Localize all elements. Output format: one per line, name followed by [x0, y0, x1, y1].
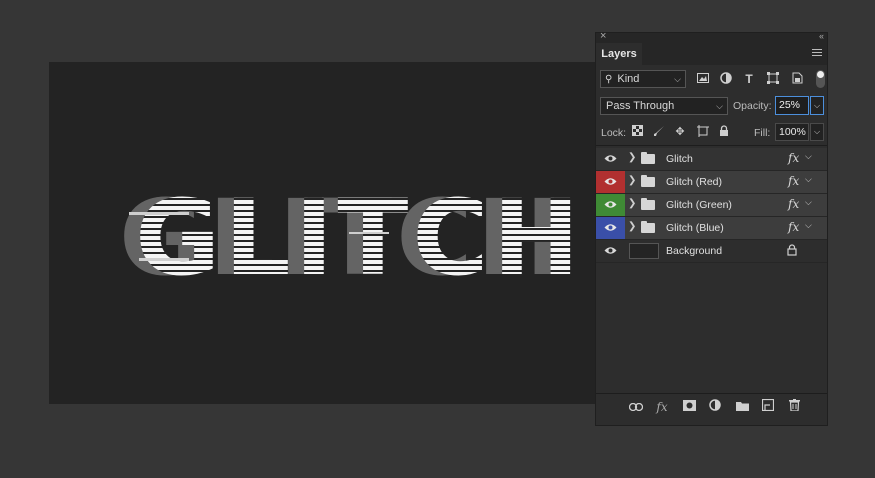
layers-bottom-bar: fx [596, 395, 827, 419]
opacity-input[interactable]: 25% [775, 96, 809, 115]
divider [596, 145, 827, 146]
layer-row-background[interactable]: Background [596, 240, 827, 263]
expand-chevron-icon[interactable]: ❯ [628, 221, 636, 232]
image-filter-icon[interactable] [696, 72, 710, 86]
blend-mode-value: Pass Through [606, 100, 675, 112]
kind-filter-label: Kind [617, 73, 640, 85]
expand-chevron-icon[interactable]: ❯ [628, 198, 636, 209]
fill-label: Fill: [754, 127, 771, 139]
lock-icon [787, 244, 799, 258]
collapse-icon[interactable]: ‹‹ [819, 31, 824, 41]
layer-row-glitch-blue[interactable]: ❯ Glitch (Blue) fx ⌵ [596, 217, 827, 240]
link-icon[interactable] [628, 399, 644, 415]
layers-panel: × ‹‹ Layers ⚲ Kind ⌵ T Pass Through ⌵ Op… [595, 30, 828, 426]
folder-icon [641, 198, 655, 210]
eye-icon [604, 201, 617, 208]
filter-row: ⚲ Kind ⌵ T [596, 68, 827, 90]
folder-icon [641, 175, 655, 187]
visibility-toggle[interactable] [596, 194, 625, 216]
expand-chevron-icon[interactable]: ❯ [628, 175, 636, 186]
divider [596, 393, 827, 394]
chevron-down-icon[interactable]: ⌵ [805, 220, 812, 231]
eye-icon [604, 178, 617, 185]
layer-name: Glitch (Red) [666, 176, 723, 188]
folder-icon [641, 221, 655, 233]
layer-name: Background [666, 245, 723, 257]
fx-icon[interactable]: fx [788, 151, 799, 165]
panel-top-bar: × ‹‹ [596, 30, 827, 43]
layer-name: Glitch (Blue) [666, 222, 724, 234]
fill-dropdown-button[interactable]: ⌵ [810, 123, 824, 141]
search-icon: ⚲ [605, 74, 613, 85]
new-layer-icon[interactable] [760, 398, 776, 415]
document-canvas[interactable]: GLITCH GLITCH [49, 62, 609, 404]
fx-icon[interactable]: fx [788, 174, 799, 188]
chevron-down-icon: ⌵ [674, 74, 681, 84]
eye-icon [604, 155, 617, 162]
glitch-tear [129, 212, 189, 215]
type-filter-icon[interactable]: T [742, 72, 756, 86]
opacity-dropdown-button[interactable]: ⌵ [810, 96, 824, 115]
folder-icon[interactable] [734, 399, 750, 415]
shape-filter-icon[interactable] [766, 72, 780, 86]
expand-chevron-icon[interactable]: ❯ [628, 152, 636, 163]
visibility-toggle[interactable] [596, 240, 625, 262]
mask-icon[interactable] [681, 399, 697, 415]
fx-icon[interactable]: fx [788, 197, 799, 211]
layer-name: Glitch (Green) [666, 199, 732, 211]
glitch-tear [139, 258, 189, 261]
layer-row-glitch[interactable]: ❯ Glitch fx ⌵ [596, 148, 827, 171]
visibility-toggle[interactable] [596, 171, 625, 193]
lock-label: Lock: [601, 127, 627, 139]
eye-icon [604, 247, 617, 254]
kind-filter-select[interactable]: ⚲ Kind ⌵ [600, 70, 686, 88]
panel-tab-row: Layers [596, 43, 827, 65]
close-icon[interactable]: × [600, 30, 606, 42]
glitch-artwork: GLITCH GLITCH [119, 177, 584, 299]
layer-row-glitch-green[interactable]: ❯ Glitch (Green) fx ⌵ [596, 194, 827, 217]
glitch-text: GLITCH [135, 177, 584, 299]
layer-row-glitch-red[interactable]: ❯ Glitch (Red) fx ⌵ [596, 171, 827, 194]
layer-thumbnail [629, 243, 659, 259]
fx-icon[interactable]: fx [654, 399, 670, 415]
adjustment-icon[interactable] [707, 399, 723, 415]
chevron-down-icon[interactable]: ⌵ [805, 151, 812, 162]
chevron-down-icon[interactable]: ⌵ [805, 197, 812, 208]
visibility-toggle[interactable] [596, 148, 625, 170]
trash-icon[interactable] [786, 399, 802, 415]
fill-input[interactable]: 100% [775, 123, 809, 141]
adjustment-filter-icon[interactable] [719, 72, 733, 86]
filter-toggle[interactable] [816, 70, 825, 88]
lock-artboard-icon[interactable] [696, 125, 710, 139]
layer-name: Glitch [666, 153, 693, 165]
smart-object-filter-icon[interactable] [790, 72, 804, 86]
tab-layers[interactable]: Layers [596, 43, 642, 65]
lock-transparent-icon[interactable] [630, 125, 644, 139]
chevron-down-icon: ⌵ [716, 101, 723, 111]
lock-image-icon[interactable] [652, 125, 666, 139]
glitch-tear [349, 232, 389, 234]
folder-icon [641, 152, 655, 164]
layers-list: ❯ Glitch fx ⌵ ❯ Glitch (Red) fx ⌵ ❯ Glit… [596, 148, 827, 263]
blend-mode-select[interactable]: Pass Through ⌵ [600, 97, 728, 115]
eye-icon [604, 224, 617, 231]
panel-menu-icon[interactable] [812, 49, 822, 58]
visibility-toggle[interactable] [596, 217, 625, 239]
chevron-down-icon[interactable]: ⌵ [805, 174, 812, 185]
lock-row: Lock: ✥ Fill: 100% ⌵ [596, 121, 827, 143]
lock-position-icon[interactable]: ✥ [673, 125, 687, 139]
opacity-label: Opacity: [733, 100, 772, 112]
blend-row: Pass Through ⌵ Opacity: 25% ⌵ [596, 95, 827, 117]
fx-icon[interactable]: fx [788, 220, 799, 234]
lock-all-icon[interactable] [717, 125, 731, 139]
